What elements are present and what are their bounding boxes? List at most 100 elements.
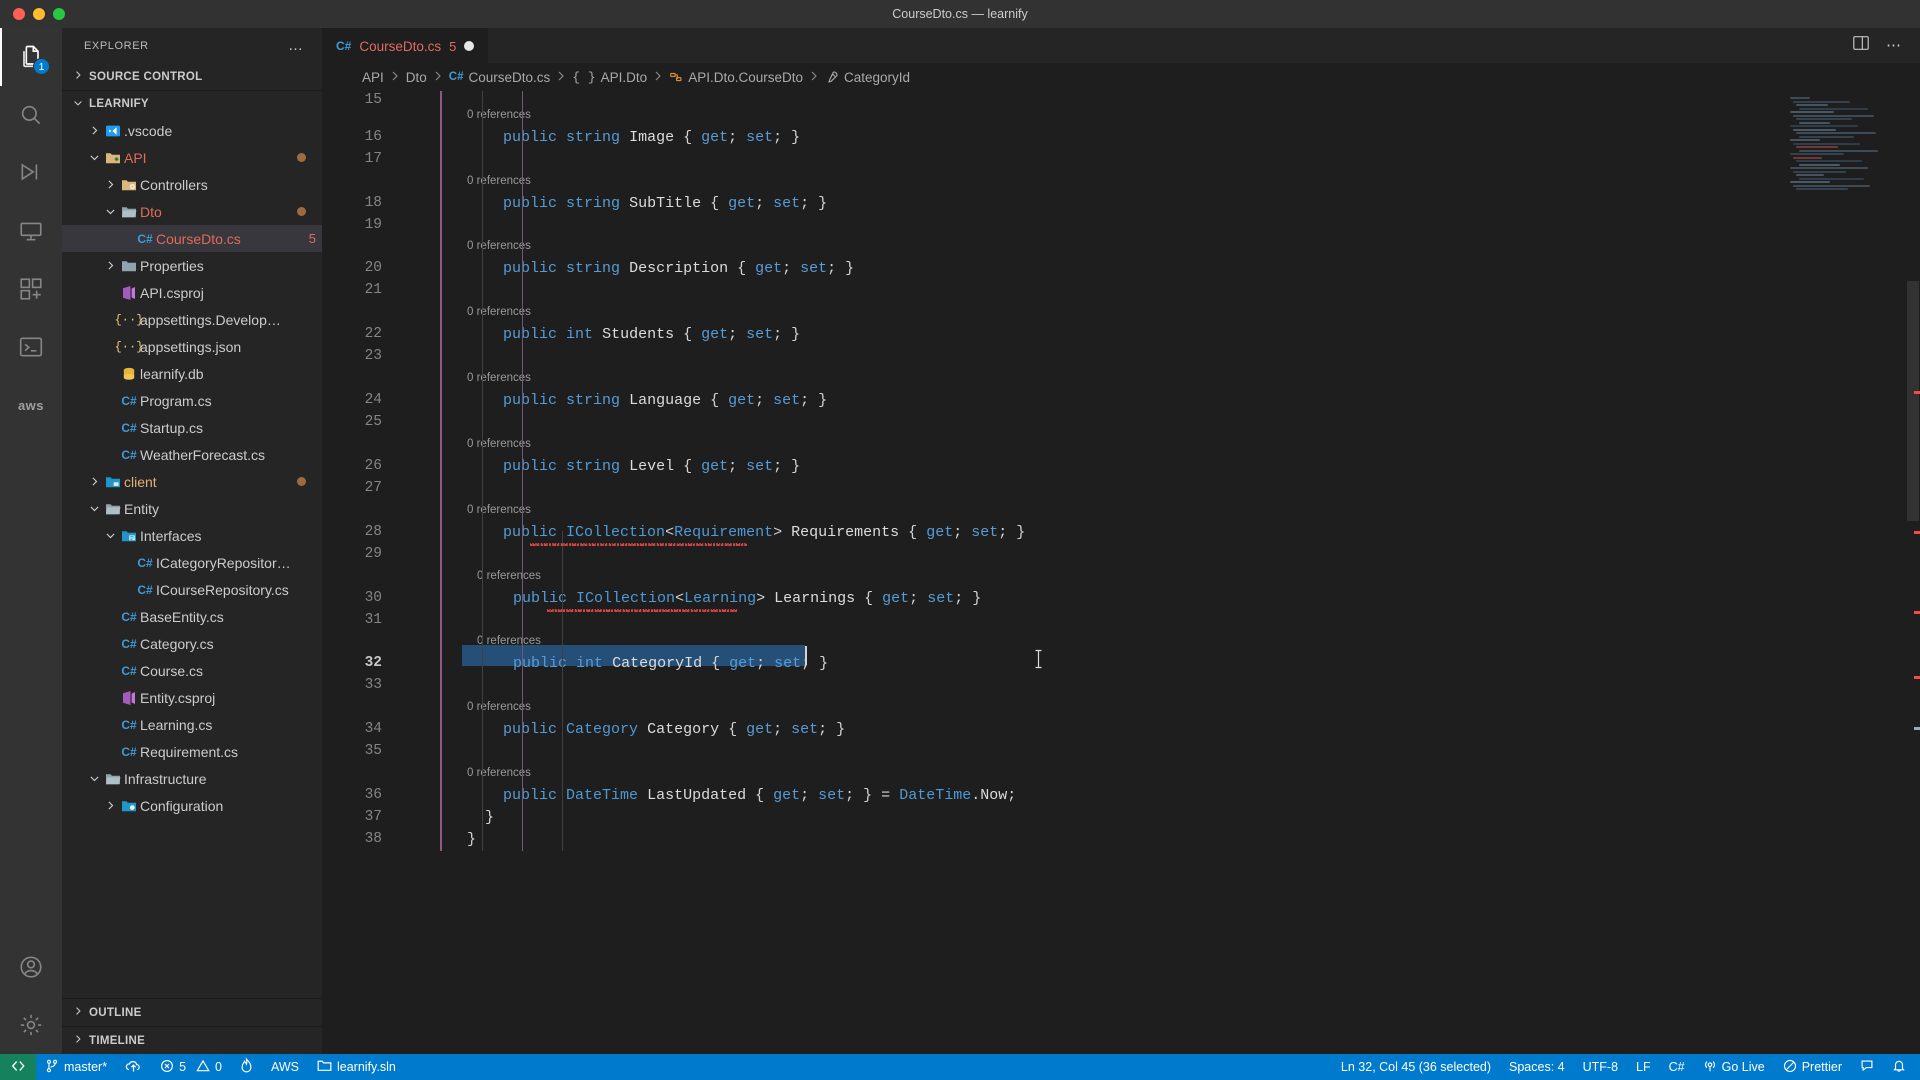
file-tree[interactable]: .vscode API Controllers Dto C# CourseDto.cs 5 P… xyxy=(62,117,322,998)
tree-item-learning-cs[interactable]: C# Learning.cs xyxy=(62,711,322,738)
code-line[interactable]: } xyxy=(467,831,476,848)
activity-item-explorer[interactable]: 1 xyxy=(0,28,62,86)
code-line[interactable]: public int CategoryId { get; set; } xyxy=(477,655,828,672)
breadcrumb-item-api-dto-coursedto[interactable]: API.Dto.CourseDto xyxy=(669,70,803,85)
tree-item-learnify-db[interactable]: learnify.db xyxy=(62,360,322,387)
status-remote-button[interactable] xyxy=(0,1054,36,1080)
tree-item-program-cs[interactable]: C# Program.cs xyxy=(62,387,322,414)
activity-item-aws[interactable]: aws xyxy=(0,376,62,434)
tree-item-requirement-cs[interactable]: C# Requirement.cs xyxy=(62,738,322,765)
breadcrumb-item-coursedto-cs[interactable]: C# CourseDto.cs xyxy=(449,70,550,85)
activity-item-remote-explorer[interactable] xyxy=(0,202,62,260)
sidebar-more-actions-icon[interactable]: … xyxy=(288,38,304,53)
activity-item-terminal[interactable] xyxy=(0,318,62,376)
tree-item-properties[interactable]: Properties xyxy=(62,252,322,279)
code-line[interactable]: public string Level { get; set; } xyxy=(467,458,800,475)
status-language-mode[interactable]: C# xyxy=(1660,1054,1694,1080)
status-prettier[interactable]: Prettier xyxy=(1774,1054,1851,1080)
close-window-button[interactable] xyxy=(13,8,25,20)
tree-item-controllers[interactable]: Controllers xyxy=(62,171,322,198)
tree-item-api-csproj[interactable]: API.csproj xyxy=(62,279,322,306)
activity-item-search[interactable] xyxy=(0,86,62,144)
tree-item-appsettings-json[interactable]: {··} appsettings.json xyxy=(62,333,322,360)
status-eol[interactable]: LF xyxy=(1627,1054,1660,1080)
split-editor-icon[interactable] xyxy=(1852,34,1870,57)
tree-item-coursedto-cs[interactable]: C# CourseDto.cs 5 xyxy=(62,225,322,252)
chevron-down-icon[interactable] xyxy=(102,205,118,218)
code-line[interactable]: public ICollection<Requirement> Requirem… xyxy=(467,524,1025,541)
chevron-right-icon[interactable] xyxy=(86,124,102,137)
editor-more-actions-icon[interactable]: ⋯ xyxy=(1886,38,1902,53)
code-line[interactable]: public string Image { get; set; } xyxy=(467,129,800,146)
status-cursor-position[interactable]: Ln 32, Col 45 (36 selected) xyxy=(1332,1054,1500,1080)
status-flame[interactable] xyxy=(231,1054,262,1080)
tree-item-weatherforecast-cs[interactable]: C# WeatherForecast.cs xyxy=(62,441,322,468)
tree-item-icourserepository-cs[interactable]: C# ICourseRepository.cs xyxy=(62,576,322,603)
chevron-right-icon[interactable] xyxy=(86,475,102,488)
chevron-down-icon[interactable] xyxy=(86,772,102,785)
section-learnify[interactable]: LEARNIFY xyxy=(62,90,322,117)
scrollbar-thumb[interactable] xyxy=(1907,281,1919,521)
status-aws[interactable]: AWS xyxy=(262,1054,308,1080)
breadcrumb-item-dto[interactable]: Dto xyxy=(406,70,427,85)
tree-item-dto[interactable]: Dto xyxy=(62,198,322,225)
code-line[interactable]: public int Students { get; set; } xyxy=(467,326,800,343)
tree-item-client[interactable]: client xyxy=(62,468,322,495)
activity-item-extensions[interactable] xyxy=(0,260,62,318)
status-sync[interactable] xyxy=(116,1054,151,1080)
tree-item-api[interactable]: API xyxy=(62,144,322,171)
section-source-control[interactable]: SOURCE CONTROL xyxy=(62,63,322,90)
activity-item-run-debug[interactable] xyxy=(0,144,62,202)
activity-item-accounts[interactable] xyxy=(0,938,62,996)
status-problems[interactable]: 5 0 xyxy=(151,1054,231,1080)
tree-item-appsettings-develop[interactable]: {··} appsettings.Develop… xyxy=(62,306,322,333)
tree-item-interfaces[interactable]: Interfaces xyxy=(62,522,322,549)
chevron-down-icon[interactable] xyxy=(86,502,102,515)
maximize-window-button[interactable] xyxy=(53,8,65,20)
status-indentation[interactable]: Spaces: 4 xyxy=(1500,1054,1574,1080)
tree-item-startup-cs[interactable]: C# Startup.cs xyxy=(62,414,322,441)
minimize-window-button[interactable] xyxy=(33,8,45,20)
editor-vertical-scrollbar[interactable] xyxy=(1906,91,1920,1054)
code-line[interactable]: public Category Category { get; set; } xyxy=(467,721,845,738)
activity-item-settings[interactable] xyxy=(0,996,62,1054)
chevron-right-icon[interactable] xyxy=(102,799,118,812)
tree-item-entity[interactable]: Entity xyxy=(62,495,322,522)
status-encoding[interactable]: UTF-8 xyxy=(1574,1054,1627,1080)
code-editor[interactable]: 15 0 references 16 public string Image { g… xyxy=(322,91,1920,1054)
status-go-live[interactable]: Go Live xyxy=(1694,1054,1774,1080)
tree-item-entity-csproj[interactable]: Entity.csproj xyxy=(62,684,322,711)
codelens-references[interactable]: 0 references xyxy=(477,570,541,582)
status-solution[interactable]: learnify.sln xyxy=(308,1054,405,1080)
tab-dirty-indicator[interactable] xyxy=(464,41,475,51)
code-line[interactable]: } xyxy=(467,809,494,826)
breadcrumb-item-api[interactable]: API xyxy=(362,70,384,85)
tree-item-configuration[interactable]: Configuration xyxy=(62,792,322,819)
chevron-down-icon[interactable] xyxy=(86,151,102,164)
tree-item-category-cs[interactable]: C# Category.cs xyxy=(62,630,322,657)
breadcrumb[interactable]: API Dto C# CourseDto.cs { } API.Dto API.Dto.Co… xyxy=(322,63,1920,91)
tree-item-vscode[interactable]: .vscode xyxy=(62,117,322,144)
breadcrumb-item-api-dto[interactable]: { } API.Dto xyxy=(572,70,647,85)
codelens-references[interactable]: 0 references xyxy=(477,635,541,647)
status-feedback[interactable] xyxy=(1851,1054,1883,1080)
chevron-right-icon[interactable] xyxy=(102,178,118,191)
code-content[interactable]: 15 0 references 16 public string Image { g… xyxy=(322,91,1920,1054)
code-line[interactable]: public ICollection<Learning> Learnings {… xyxy=(477,590,981,607)
tree-item-infrastructure[interactable]: Infrastructure xyxy=(62,765,322,792)
code-line[interactable]: public DateTime LastUpdated { get; set; … xyxy=(467,787,1016,804)
status-branch[interactable]: master* xyxy=(36,1054,116,1080)
tree-item-icategoryrepositor[interactable]: C# ICategoryRepositor… xyxy=(62,549,322,576)
section-timeline[interactable]: TIMELINE xyxy=(62,1026,322,1054)
tree-item-baseentity-cs[interactable]: C# BaseEntity.cs xyxy=(62,603,322,630)
status-notifications[interactable] xyxy=(1883,1054,1920,1080)
chevron-down-icon[interactable] xyxy=(102,529,118,542)
breadcrumb-item-categoryid[interactable]: CategoryId xyxy=(825,70,910,85)
minimap[interactable] xyxy=(1786,91,1906,1054)
code-line[interactable]: public string Description { get; set; } xyxy=(467,260,854,277)
chevron-right-icon[interactable] xyxy=(102,259,118,272)
tab-coursedto-cs[interactable]: C# CourseDto.cs 5 xyxy=(322,28,489,63)
section-outline[interactable]: OUTLINE xyxy=(62,998,322,1026)
window-controls[interactable] xyxy=(0,8,65,20)
tree-item-course-cs[interactable]: C# Course.cs xyxy=(62,657,322,684)
